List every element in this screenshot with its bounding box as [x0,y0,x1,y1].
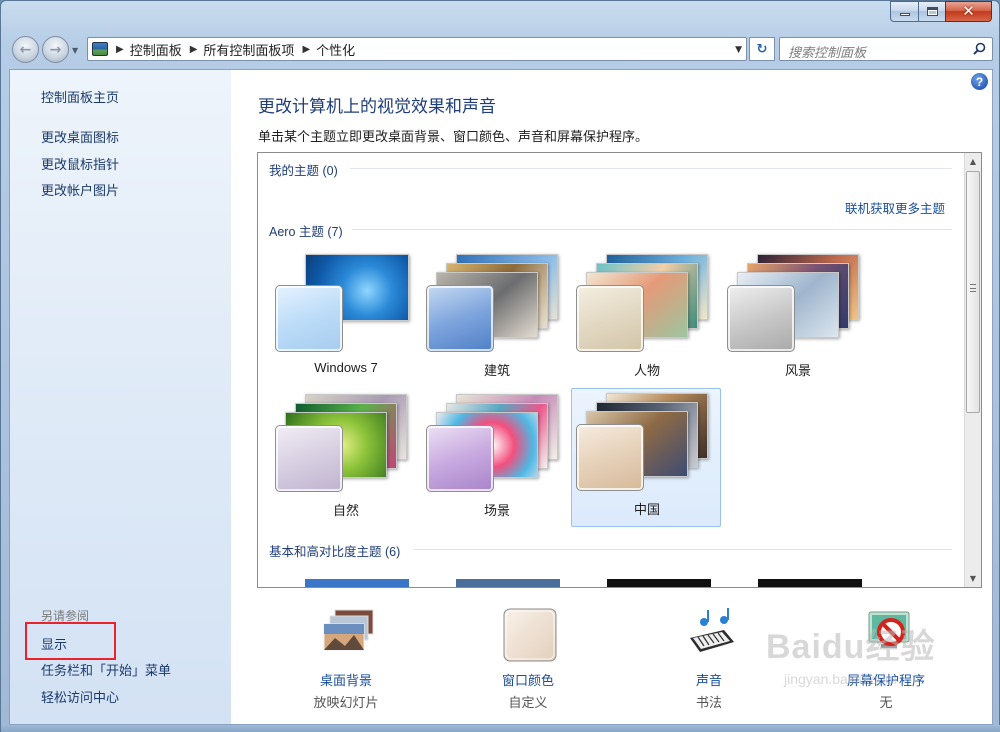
theme-name: 风景 [784,363,811,378]
scroll-grip-icon [970,284,976,292]
close-icon: ✕ [962,2,975,20]
basic-theme-preview[interactable] [305,579,409,587]
breadcrumb-separator-icon[interactable]: ▶ [302,44,310,55]
maximize-icon [926,7,938,16]
my-themes-group-label[interactable]: 我的主题 (0) [269,160,338,179]
desktop-background-icon [323,609,374,651]
scroll-down-icon[interactable]: ▼ [965,570,981,587]
recent-pages-dropdown-icon[interactable]: ▼ [72,46,78,55]
basic-theme-preview[interactable] [758,579,862,587]
refresh-button[interactable]: ↻ [749,37,775,61]
forward-button[interactable]: → [42,36,69,63]
theme-color-swatch [576,285,644,352]
group-divider [350,168,952,169]
basic-themes-group-label[interactable]: 基本和高对比度主题 (6) [269,541,400,560]
caption-buttons: ✕ [890,1,992,22]
sidebar-link-ease-of-access[interactable]: 轻松访问中心 [41,687,119,706]
breadcrumb-personalization[interactable]: 个性化 [316,40,355,59]
theme-tile-architecture[interactable]: 建筑 [421,249,571,388]
task-sidebar: 控制面板主页 更改桌面图标 更改鼠标指针 更改帐户图片 另请参阅 显示 任务栏和… [10,70,231,724]
breadcrumb-control-panel[interactable]: 控制面板 [130,40,182,59]
address-bar[interactable]: ▶ 控制面板 ▶ 所有控制面板项 ▶ 个性化 ▼ [87,37,747,61]
theme-tile-landscapes[interactable]: 风景 [722,249,872,388]
window-frame: ✕ ← → ▼ ▶ 控制面板 ▶ 所有控制面板项 ▶ 个性化 ▼ ↻ 搜索控制面… [0,0,1000,732]
theme-list-scrollbar[interactable]: ▲ ▼ [964,153,981,587]
window-bottom-edge [1,725,1000,732]
theme-tile-characters[interactable]: 人物 [571,249,721,388]
sidebar-link-mouse-pointers[interactable]: 更改鼠标指针 [41,154,119,173]
get-more-themes-online-link[interactable]: 联机获取更多主题 [845,198,945,217]
quick-setting-label[interactable]: 声音 [639,670,779,689]
window-color-icon [503,608,557,662]
sidebar-link-account-picture[interactable]: 更改帐户图片 [41,180,119,199]
navigation-bar: ← → ▼ ▶ 控制面板 ▶ 所有控制面板项 ▶ 个性化 ▼ ↻ 搜索控制面板 [9,34,993,64]
control-panel-icon [92,42,108,56]
quick-setting-label[interactable]: 桌面背景 [276,670,416,689]
close-button[interactable]: ✕ [945,1,992,22]
minimize-icon [899,13,910,16]
theme-color-swatch [727,285,795,352]
forward-arrow-icon: → [49,41,62,58]
watermark: Baidu经验 jingyan.baidu.com [766,619,956,703]
theme-tile-china[interactable]: 中国 [571,388,721,527]
quick-setting-value: 放映幻灯片 [313,695,379,710]
theme-name: 建筑 [483,363,510,378]
theme-name: 场景 [483,503,510,518]
scroll-thumb[interactable] [966,171,980,413]
window-color-setting[interactable]: 窗口颜色 自定义 [458,606,598,716]
theme-list: 我的主题 (0) 联机获取更多主题 Aero 主题 (7) Windows 7 … [257,152,982,588]
quick-setting-value: 书法 [695,695,722,710]
refresh-icon: ↻ [756,41,768,57]
back-arrow-icon: ← [19,41,32,58]
sound-setting[interactable]: 声音 书法 [639,606,779,716]
theme-name: 自然 [332,503,359,518]
address-dropdown-icon[interactable]: ▼ [735,45,742,55]
theme-tile-nature[interactable]: 自然 [270,389,420,528]
breadcrumb-separator-icon[interactable]: ▶ [190,44,198,55]
scroll-up-icon[interactable]: ▲ [965,153,981,170]
theme-tile-windows7[interactable]: Windows 7 [270,249,420,388]
theme-name: Windows 7 [314,360,378,375]
search-icon[interactable] [973,42,986,55]
group-divider [413,549,952,550]
theme-color-swatch [426,425,494,492]
sidebar-link-control-panel-home[interactable]: 控制面板主页 [41,87,119,106]
sound-icon [690,608,734,652]
help-glyph: ? [975,74,984,89]
basic-theme-preview[interactable] [607,579,711,587]
aero-themes-group-label[interactable]: Aero 主题 (7) [269,221,343,240]
help-icon[interactable]: ? [971,73,988,90]
basic-theme-preview[interactable] [456,579,560,587]
watermark-text: Baidu经验 [766,628,936,666]
theme-tile-scenes[interactable]: 场景 [421,389,571,528]
quick-setting-label[interactable]: 窗口颜色 [458,670,598,689]
display-link-highlight-box [25,622,116,660]
theme-color-swatch [426,285,494,352]
minimize-button[interactable] [890,1,918,22]
theme-name: 中国 [633,502,660,517]
back-button[interactable]: ← [12,36,39,63]
watermark-url: jingyan.baidu.com [784,671,897,687]
search-input[interactable]: 搜索控制面板 [788,42,866,61]
quick-setting-value: 自定义 [508,695,548,710]
desktop-background-setting[interactable]: 桌面背景 放映幻灯片 [276,606,416,716]
sidebar-link-desktop-icons[interactable]: 更改桌面图标 [41,127,119,146]
group-divider [352,229,952,230]
theme-name: 人物 [633,363,660,378]
breadcrumb-all-items[interactable]: 所有控制面板项 [203,40,294,59]
theme-color-swatch [275,425,343,492]
search-box[interactable]: 搜索控制面板 [779,37,993,61]
theme-color-swatch [275,285,343,352]
maximize-button[interactable] [918,1,945,22]
theme-color-swatch [576,424,644,491]
breadcrumb-separator-icon[interactable]: ▶ [116,44,124,55]
page-title: 更改计算机上的视觉效果和声音 [258,97,496,116]
page-description: 单击某个主题立即更改桌面背景、窗口颜色、声音和屏幕保护程序。 [258,129,649,144]
sidebar-link-taskbar-start-menu[interactable]: 任务栏和「开始」菜单 [41,660,171,679]
